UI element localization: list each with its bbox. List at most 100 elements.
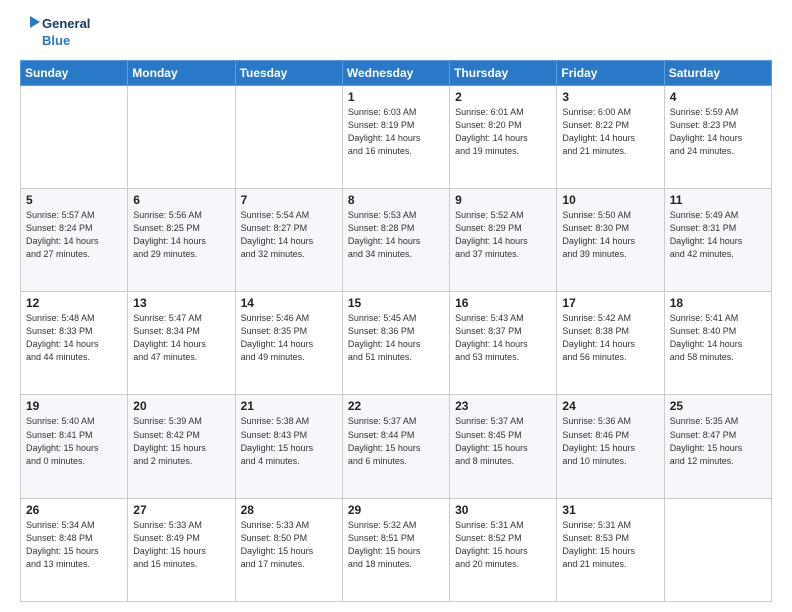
day-number: 22 xyxy=(348,399,444,413)
day-info: Sunrise: 5:37 AMSunset: 8:44 PMDaylight:… xyxy=(348,415,444,467)
day-number: 7 xyxy=(241,193,337,207)
day-number: 27 xyxy=(133,503,229,517)
day-number: 28 xyxy=(241,503,337,517)
day-info: Sunrise: 5:42 AMSunset: 8:38 PMDaylight:… xyxy=(562,312,658,364)
day-number: 11 xyxy=(670,193,766,207)
logo-inner: General Blue xyxy=(20,16,90,50)
day-number: 19 xyxy=(26,399,122,413)
calendar-cell: 5 Sunrise: 5:57 AMSunset: 8:24 PMDaylight… xyxy=(21,189,128,292)
day-info: Sunrise: 5:47 AMSunset: 8:34 PMDaylight:… xyxy=(133,312,229,364)
calendar-week-2: 5 Sunrise: 5:57 AMSunset: 8:24 PMDaylight… xyxy=(21,189,772,292)
page: General Blue SundayMondayTuesdayWednesda… xyxy=(0,0,792,612)
day-info: Sunrise: 5:40 AMSunset: 8:41 PMDaylight:… xyxy=(26,415,122,467)
calendar-header-thursday: Thursday xyxy=(450,60,557,85)
calendar-cell: 11 Sunrise: 5:49 AMSunset: 8:31 PMDayligh… xyxy=(664,189,771,292)
day-number: 6 xyxy=(133,193,229,207)
day-number: 23 xyxy=(455,399,551,413)
day-number: 12 xyxy=(26,296,122,310)
calendar-cell: 15 Sunrise: 5:45 AMSunset: 8:36 PMDayligh… xyxy=(342,292,449,395)
calendar-cell: 17 Sunrise: 5:42 AMSunset: 8:38 PMDayligh… xyxy=(557,292,664,395)
day-info: Sunrise: 5:31 AMSunset: 8:53 PMDaylight:… xyxy=(562,519,658,571)
day-info: Sunrise: 6:01 AMSunset: 8:20 PMDaylight:… xyxy=(455,106,551,158)
calendar-cell: 29 Sunrise: 5:32 AMSunset: 8:51 PMDayligh… xyxy=(342,498,449,601)
calendar-cell: 1Sunrise: 6:03 AMSunset: 8:19 PMDaylight… xyxy=(342,85,449,188)
calendar-cell: 2 Sunrise: 6:01 AMSunset: 8:20 PMDaylight… xyxy=(450,85,557,188)
day-info: Sunrise: 5:32 AMSunset: 8:51 PMDaylight:… xyxy=(348,519,444,571)
day-info: Sunrise: 5:38 AMSunset: 8:43 PMDaylight:… xyxy=(241,415,337,467)
day-info: Sunrise: 5:53 AMSunset: 8:28 PMDaylight:… xyxy=(348,209,444,261)
day-number: 31 xyxy=(562,503,658,517)
header: General Blue xyxy=(20,16,772,50)
day-info: Sunrise: 5:41 AMSunset: 8:40 PMDaylight:… xyxy=(670,312,766,364)
day-number: 29 xyxy=(348,503,444,517)
calendar-week-4: 19 Sunrise: 5:40 AMSunset: 8:41 PMDayligh… xyxy=(21,395,772,498)
calendar-cell: 21 Sunrise: 5:38 AMSunset: 8:43 PMDayligh… xyxy=(235,395,342,498)
day-number: 1 xyxy=(348,90,444,104)
calendar-cell: 13 Sunrise: 5:47 AMSunset: 8:34 PMDayligh… xyxy=(128,292,235,395)
calendar-cell: 20 Sunrise: 5:39 AMSunset: 8:42 PMDayligh… xyxy=(128,395,235,498)
day-number: 21 xyxy=(241,399,337,413)
calendar-header-row: SundayMondayTuesdayWednesdayThursdayFrid… xyxy=(21,60,772,85)
calendar-cell: 31 Sunrise: 5:31 AMSunset: 8:53 PMDayligh… xyxy=(557,498,664,601)
calendar-cell: 9 Sunrise: 5:52 AMSunset: 8:29 PMDaylight… xyxy=(450,189,557,292)
calendar-cell: 8 Sunrise: 5:53 AMSunset: 8:28 PMDaylight… xyxy=(342,189,449,292)
day-info: Sunrise: 5:34 AMSunset: 8:48 PMDaylight:… xyxy=(26,519,122,571)
day-number: 30 xyxy=(455,503,551,517)
day-info: Sunrise: 5:35 AMSunset: 8:47 PMDaylight:… xyxy=(670,415,766,467)
day-number: 17 xyxy=(562,296,658,310)
day-number: 16 xyxy=(455,296,551,310)
calendar-cell: 26 Sunrise: 5:34 AMSunset: 8:48 PMDayligh… xyxy=(21,498,128,601)
logo-general-text: General xyxy=(42,16,90,33)
calendar-cell xyxy=(21,85,128,188)
calendar-header-tuesday: Tuesday xyxy=(235,60,342,85)
day-info: Sunrise: 5:54 AMSunset: 8:27 PMDaylight:… xyxy=(241,209,337,261)
day-number: 2 xyxy=(455,90,551,104)
calendar-cell: 14Sunrise: 5:46 AMSunset: 8:35 PMDayligh… xyxy=(235,292,342,395)
day-number: 5 xyxy=(26,193,122,207)
logo-flag-icon xyxy=(20,16,40,48)
day-info: Sunrise: 5:59 AMSunset: 8:23 PMDaylight:… xyxy=(670,106,766,158)
day-number: 24 xyxy=(562,399,658,413)
calendar-cell: 27 Sunrise: 5:33 AMSunset: 8:49 PMDayligh… xyxy=(128,498,235,601)
logo-blue-text: Blue xyxy=(42,33,90,50)
calendar-header-sunday: Sunday xyxy=(21,60,128,85)
day-info: Sunrise: 5:49 AMSunset: 8:31 PMDaylight:… xyxy=(670,209,766,261)
calendar-week-3: 12 Sunrise: 5:48 AMSunset: 8:33 PMDayligh… xyxy=(21,292,772,395)
day-info: Sunrise: 5:52 AMSunset: 8:29 PMDaylight:… xyxy=(455,209,551,261)
calendar-cell: 25 Sunrise: 5:35 AMSunset: 8:47 PMDayligh… xyxy=(664,395,771,498)
calendar-week-1: 1Sunrise: 6:03 AMSunset: 8:19 PMDaylight… xyxy=(21,85,772,188)
day-info: Sunrise: 6:00 AMSunset: 8:22 PMDaylight:… xyxy=(562,106,658,158)
calendar-header-monday: Monday xyxy=(128,60,235,85)
day-info: Sunrise: 5:57 AMSunset: 8:24 PMDaylight:… xyxy=(26,209,122,261)
calendar-cell: 16Sunrise: 5:43 AMSunset: 8:37 PMDayligh… xyxy=(450,292,557,395)
day-info: Sunrise: 5:48 AMSunset: 8:33 PMDaylight:… xyxy=(26,312,122,364)
calendar-cell: 3Sunrise: 6:00 AMSunset: 8:22 PMDaylight… xyxy=(557,85,664,188)
day-number: 10 xyxy=(562,193,658,207)
logo: General Blue xyxy=(20,16,90,50)
calendar-cell: 23Sunrise: 5:37 AMSunset: 8:45 PMDayligh… xyxy=(450,395,557,498)
day-number: 9 xyxy=(455,193,551,207)
day-number: 20 xyxy=(133,399,229,413)
calendar-header-friday: Friday xyxy=(557,60,664,85)
day-number: 18 xyxy=(670,296,766,310)
calendar-cell xyxy=(235,85,342,188)
day-info: Sunrise: 5:36 AMSunset: 8:46 PMDaylight:… xyxy=(562,415,658,467)
day-number: 25 xyxy=(670,399,766,413)
day-info: Sunrise: 5:39 AMSunset: 8:42 PMDaylight:… xyxy=(133,415,229,467)
day-number: 8 xyxy=(348,193,444,207)
day-number: 13 xyxy=(133,296,229,310)
day-number: 15 xyxy=(348,296,444,310)
calendar-cell: 19 Sunrise: 5:40 AMSunset: 8:41 PMDayligh… xyxy=(21,395,128,498)
calendar-cell: 6Sunrise: 5:56 AMSunset: 8:25 PMDaylight… xyxy=(128,189,235,292)
day-info: Sunrise: 5:31 AMSunset: 8:52 PMDaylight:… xyxy=(455,519,551,571)
day-number: 26 xyxy=(26,503,122,517)
calendar-cell xyxy=(128,85,235,188)
calendar-cell: 24 Sunrise: 5:36 AMSunset: 8:46 PMDayligh… xyxy=(557,395,664,498)
day-info: Sunrise: 5:33 AMSunset: 8:50 PMDaylight:… xyxy=(241,519,337,571)
day-info: Sunrise: 5:33 AMSunset: 8:49 PMDaylight:… xyxy=(133,519,229,571)
calendar-header-wednesday: Wednesday xyxy=(342,60,449,85)
day-info: Sunrise: 5:45 AMSunset: 8:36 PMDaylight:… xyxy=(348,312,444,364)
calendar-week-5: 26 Sunrise: 5:34 AMSunset: 8:48 PMDayligh… xyxy=(21,498,772,601)
calendar: SundayMondayTuesdayWednesdayThursdayFrid… xyxy=(20,60,772,602)
day-number: 14 xyxy=(241,296,337,310)
